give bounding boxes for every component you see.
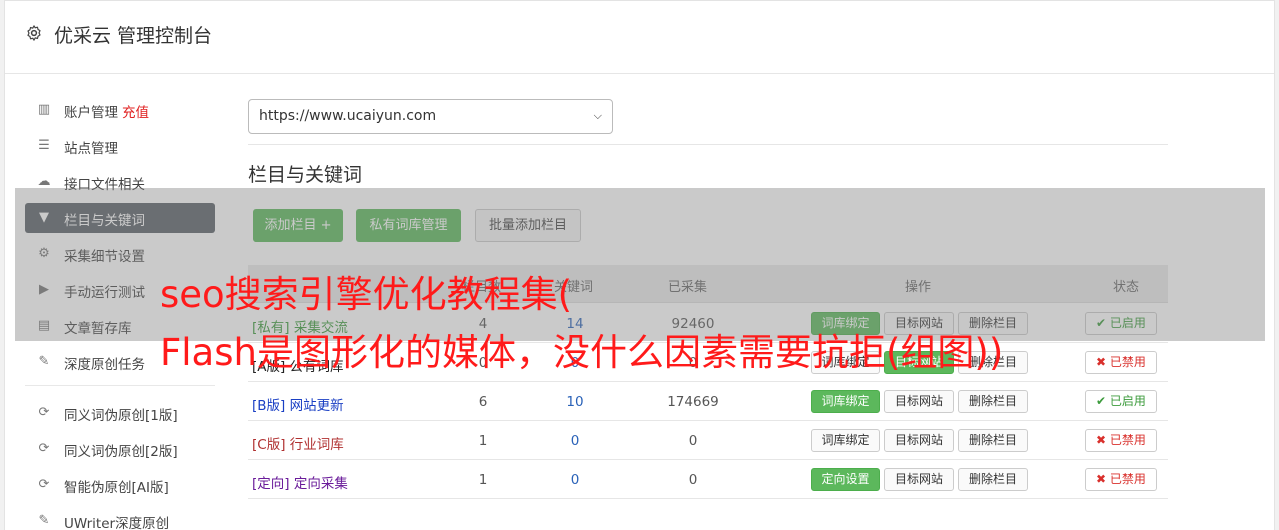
collected-count: 0 xyxy=(688,433,698,449)
status-label: 已禁用 xyxy=(1109,472,1146,486)
sidebar-item-label: UWriter深度原创 xyxy=(64,516,170,530)
chevron-down-icon: ⌵ xyxy=(593,109,602,122)
recharge-link[interactable]: 充值 xyxy=(122,105,149,121)
target-site-button[interactable]: 目标网站 xyxy=(884,429,954,452)
sidebar-item-label: 同义词伪原创[2版] xyxy=(64,444,178,460)
table-row: [定向] 定向采集 1 0 0 定向设置 目标网站 删除栏目 ✖ 已禁用 xyxy=(248,460,1168,499)
section-title: 栏目与关键词 xyxy=(248,164,363,186)
column-name[interactable]: [定向] 定向采集 xyxy=(252,472,348,492)
divider xyxy=(248,144,1168,145)
sidebar-item-label: 同义词伪原创[1版] xyxy=(64,408,178,424)
delete-column-button[interactable]: 删除栏目 xyxy=(958,468,1028,491)
column-name[interactable]: [B版] 网站更新 xyxy=(252,394,344,414)
status-toggle[interactable]: ✖ 已禁用 xyxy=(1085,429,1157,452)
sidebar-item[interactable]: ⟳ 同义词伪原创[2版] xyxy=(25,434,215,464)
delete-column-button[interactable]: 删除栏目 xyxy=(958,429,1028,452)
header: 优采云 管理控制台 xyxy=(5,1,1274,74)
collected-count: 0 xyxy=(688,472,698,488)
target-site-button[interactable]: 目标网站 xyxy=(884,390,954,413)
sidebar-item[interactable]: ⟳ 智能伪原创[AI版] xyxy=(25,470,215,500)
site-select[interactable]: https://www.ucaiyun.com ⌵ xyxy=(248,99,613,134)
overlay-line2: Flash是图形化的媒体，没什么因素需要抗拒(组图)) xyxy=(160,331,1004,374)
overlay-line1: seo搜索引擎优化教程集( xyxy=(160,273,573,316)
status-label: 已启用 xyxy=(1109,394,1146,408)
status-toggle[interactable]: ✖ 已禁用 xyxy=(1085,468,1157,491)
status-toggle[interactable]: ✔ 已启用 xyxy=(1085,390,1157,413)
sidebar-item[interactable]: ⟳ 同义词伪原创[1版] xyxy=(25,398,215,428)
gear-icon xyxy=(27,25,41,41)
keyword-count[interactable]: 10 xyxy=(555,394,595,410)
close-icon: ✖ xyxy=(1096,472,1110,486)
server-icon: ☰ xyxy=(38,138,50,153)
table-row: [C版] 行业词库 1 0 0 词库绑定 目标网站 删除栏目 ✖ 已禁用 xyxy=(248,421,1168,460)
sidebar-divider xyxy=(25,385,215,386)
column-count: 1 xyxy=(478,472,488,488)
op1-button[interactable]: 词库绑定 xyxy=(811,390,880,413)
page-title: 优采云 管理控制台 xyxy=(54,25,213,47)
keyword-count[interactable]: 0 xyxy=(555,472,595,488)
sidebar-item[interactable]: ☰ 站点管理 xyxy=(25,131,215,161)
sidebar-item-label: 站点管理 xyxy=(64,141,118,157)
op1-button[interactable]: 定向设置 xyxy=(811,468,880,491)
refresh-icon: ⟳ xyxy=(38,405,50,420)
table-row: [B版] 网站更新 6 10 174669 词库绑定 目标网站 删除栏目 ✔ 已启用 xyxy=(248,382,1168,421)
op1-button[interactable]: 词库绑定 xyxy=(811,429,880,452)
sidebar-item[interactable]: ▥ 账户管理 充值 xyxy=(25,95,215,125)
target-site-button[interactable]: 目标网站 xyxy=(884,468,954,491)
column-name[interactable]: [C版] 行业词库 xyxy=(252,433,344,453)
column-count: 6 xyxy=(478,394,488,410)
bar-chart-icon: ▥ xyxy=(37,102,51,117)
refresh-icon: ⟳ xyxy=(38,477,50,492)
watermark-overlay: seo搜索引擎优化教程集( Flash是图形化的媒体，没什么因素需要抗拒(组图)… xyxy=(15,188,1265,371)
collected-count: 174669 xyxy=(667,394,719,410)
edit-icon: ✎ xyxy=(38,354,50,369)
status-label: 已禁用 xyxy=(1109,433,1146,447)
refresh-icon: ⟳ xyxy=(38,441,50,456)
close-icon: ✖ xyxy=(1096,433,1110,447)
column-count: 1 xyxy=(478,433,488,449)
status-label: 已禁用 xyxy=(1109,355,1146,369)
status-toggle[interactable]: ✖ 已禁用 xyxy=(1085,351,1157,374)
sidebar-item-label: 智能伪原创[AI版] xyxy=(64,480,169,496)
site-select-value: https://www.ucaiyun.com xyxy=(259,108,437,124)
delete-column-button[interactable]: 删除栏目 xyxy=(958,390,1028,413)
sidebar-item-label: 账户管理 xyxy=(64,105,118,121)
keyword-count[interactable]: 0 xyxy=(555,433,595,449)
edit-icon: ✎ xyxy=(38,513,50,528)
close-icon: ✖ xyxy=(1096,355,1110,369)
sidebar-item-label: 深度原创任务 xyxy=(64,357,145,373)
check-icon: ✔ xyxy=(1096,394,1110,408)
sidebar-item[interactable]: ✎ UWriter深度原创 xyxy=(25,506,215,530)
